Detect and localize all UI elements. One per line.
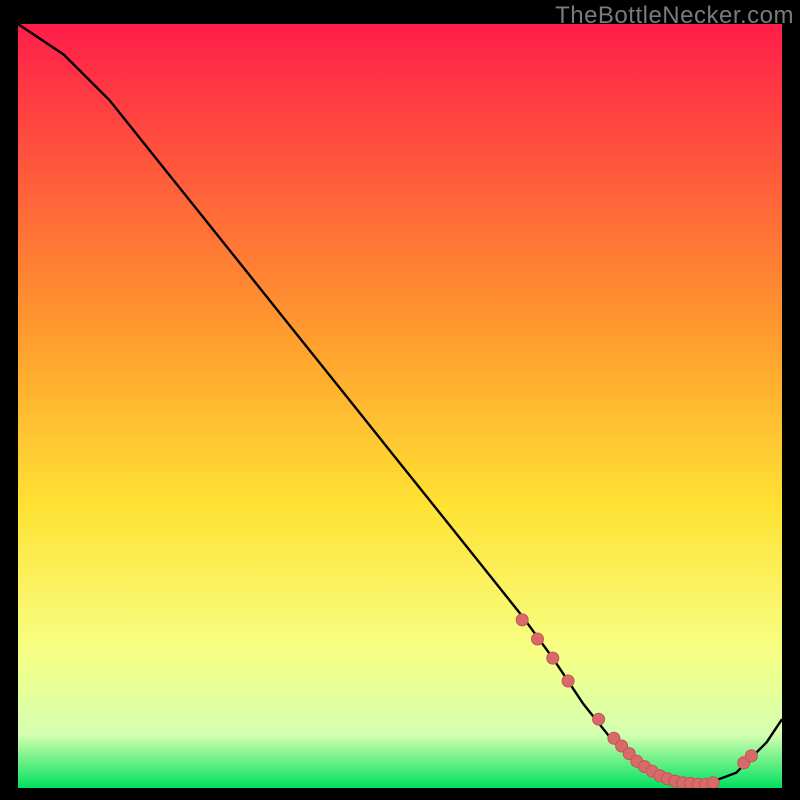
chart-plot-area: [18, 24, 782, 788]
curve-marker: [745, 750, 757, 762]
curve-marker: [532, 633, 544, 645]
curve-marker: [593, 713, 605, 725]
curve-marker: [562, 675, 574, 687]
chart-stage: TheBottleNecker.com: [0, 0, 800, 800]
curve-marker: [516, 614, 528, 626]
curve-marker: [547, 652, 559, 664]
chart-svg: [18, 24, 782, 788]
gradient-background: [18, 24, 782, 788]
curve-marker: [707, 777, 719, 788]
